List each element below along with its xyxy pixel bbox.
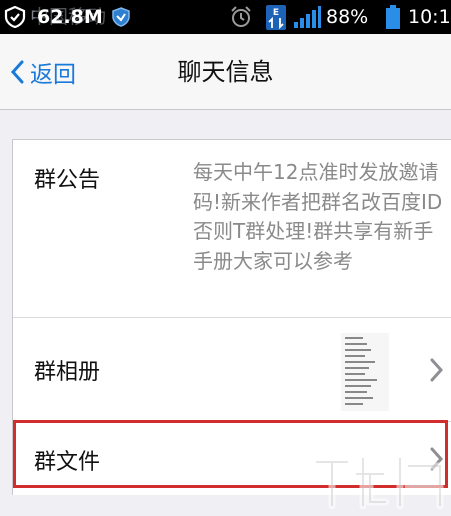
clock: 10:1	[408, 6, 451, 28]
notice-label: 群公告	[34, 168, 101, 193]
navigation-bar: 返回 聊天信息	[0, 34, 451, 110]
net-speed-label: 62.8M	[35, 0, 105, 34]
vpn-shield-icon	[112, 7, 130, 27]
battery-icon	[386, 5, 400, 29]
signal-icon	[294, 6, 321, 28]
shield-icon	[4, 6, 26, 28]
chevron-right-icon	[430, 358, 444, 382]
album-thumbnail	[341, 333, 389, 411]
status-bar: 中国移动 62.8M E 88% 10:1	[0, 0, 451, 34]
page-title: 聊天信息	[177, 58, 274, 86]
battery-percent: 88%	[326, 6, 369, 28]
data-arrows-icon: E	[266, 5, 286, 30]
notice-text: 每天中午12点准时发放邀请码!新来作者把群名改百度ID否则T群处理!群共享有新手…	[193, 160, 443, 273]
album-label: 群相册	[34, 360, 101, 385]
notice-row[interactable]: 群公告 每天中午12点准时发放邀请码!新来作者把群名改百度ID否则T群处理!群共…	[13, 140, 451, 317]
svg-text:E: E	[273, 8, 279, 18]
alarm-icon	[231, 6, 251, 27]
files-label: 群文件	[34, 450, 101, 475]
watermark-logo	[312, 454, 444, 510]
group-info-list: 群公告 每天中午12点准时发放邀请码!新来作者把群名改百度ID否则T群处理!群共…	[12, 139, 451, 495]
